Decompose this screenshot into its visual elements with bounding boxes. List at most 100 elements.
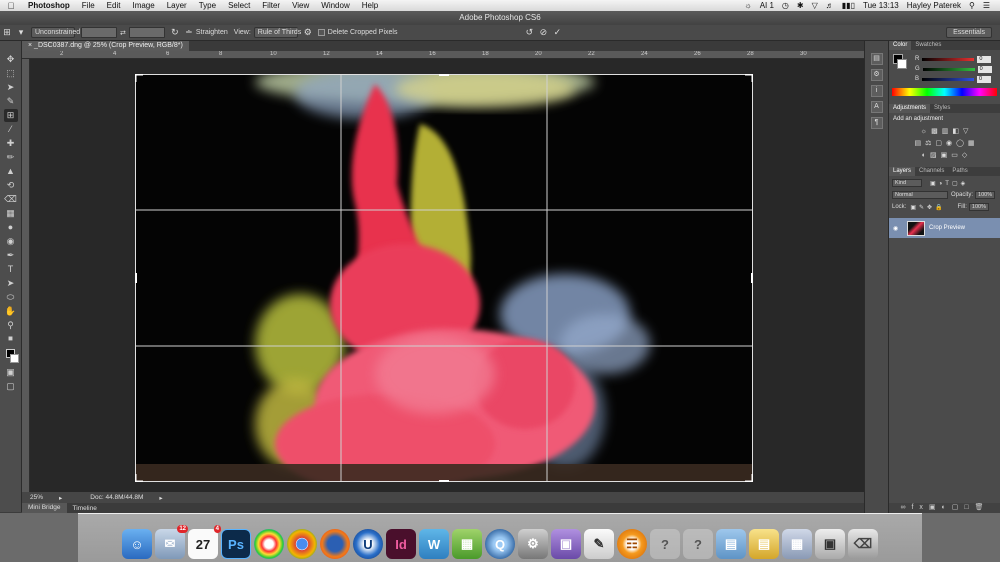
delete-cropped-checkbox[interactable] xyxy=(317,29,325,36)
finder-icon[interactable]: ☺ xyxy=(122,529,152,559)
vibrance-icon[interactable]: ▽ xyxy=(963,127,968,135)
trash-icon[interactable]: ⌫ xyxy=(848,529,878,559)
posterize-icon[interactable]: ▨ xyxy=(930,151,937,159)
menubar-user[interactable]: Hayley Paterek xyxy=(903,1,965,10)
menu-type[interactable]: Type xyxy=(193,1,222,10)
gear-icon[interactable]: ⚙ xyxy=(301,27,315,38)
clock-icon[interactable]: ◷ xyxy=(778,1,793,10)
tab-adjustments[interactable]: Adjustments xyxy=(889,104,931,113)
menu-select[interactable]: Select xyxy=(222,1,256,10)
red-slider-track[interactable] xyxy=(922,57,975,61)
brightness-icon[interactable]: ☼ xyxy=(921,128,927,135)
quick-select-tool-icon[interactable]: ✎ xyxy=(4,95,18,108)
info-panel-icon[interactable]: i xyxy=(870,85,883,97)
red-slider[interactable]: R 0 xyxy=(889,54,1000,64)
threshold-icon[interactable]: ▣ xyxy=(941,151,948,159)
system-preferences-icon[interactable]: ⚙ xyxy=(518,529,548,559)
stamp-tool-icon[interactable]: ▲ xyxy=(4,165,18,178)
wifi-icon[interactable]: ▽ xyxy=(808,1,822,10)
paragraph-panel-icon[interactable]: ¶ xyxy=(870,117,883,129)
dodge-tool-icon[interactable]: ◉ xyxy=(4,235,18,248)
document-tab[interactable]: × _DSC0387.dng @ 25% (Crop Preview, RGB/… xyxy=(22,41,189,51)
close-icon[interactable]: × xyxy=(28,42,32,49)
red-value[interactable]: 0 xyxy=(977,55,992,63)
green-slider[interactable]: G 0 xyxy=(889,64,1000,74)
stickies-icon[interactable]: ▣ xyxy=(551,529,581,559)
default-colors-icon[interactable]: ◼ xyxy=(4,333,18,346)
ratio-select[interactable]: Unconstrained xyxy=(31,27,80,38)
properties-panel-icon[interactable]: ⚙ xyxy=(870,69,883,81)
notification-list-icon[interactable]: ☰ xyxy=(979,1,994,10)
status-arrow-icon[interactable]: ▸ xyxy=(51,494,70,502)
width-field[interactable] xyxy=(81,27,117,38)
fill-field[interactable]: 100% xyxy=(968,203,989,211)
mail-icon[interactable]: ✉ 12 xyxy=(155,525,188,559)
unity-icon[interactable]: U xyxy=(353,529,383,559)
photoshop-icon[interactable]: Ps xyxy=(221,529,251,559)
screen-mode-icon[interactable]: ▢ xyxy=(4,380,18,393)
ai-badge[interactable]: AI 1 xyxy=(756,1,778,10)
opacity-field[interactable]: 100% xyxy=(975,191,996,199)
tab-timeline[interactable]: Timeline xyxy=(67,505,103,512)
indesign-icon[interactable]: Id xyxy=(386,529,416,559)
photo-filter-icon[interactable]: ◉ xyxy=(946,139,952,147)
levels-icon[interactable]: ▩ xyxy=(931,127,938,135)
doc-size[interactable]: Doc: 44.8M/44.8M xyxy=(82,494,151,501)
green-slider-track[interactable] xyxy=(922,67,975,71)
layer-row-crop-preview[interactable]: ◉ Crop Preview xyxy=(889,218,1000,238)
character-panel-icon[interactable]: A xyxy=(870,101,883,113)
shape-tool-icon[interactable]: ⬭ xyxy=(4,291,18,304)
blur-tool-icon[interactable]: ● xyxy=(4,221,18,234)
notes-icon[interactable]: ✎ xyxy=(584,529,614,559)
eyedropper-tool-icon[interactable]: ⁄ xyxy=(4,123,18,136)
color-lookup-icon[interactable]: ▦ xyxy=(968,139,975,147)
swap-icon[interactable]: ⇄ xyxy=(120,29,126,37)
lock-icons[interactable]: ▣✎✥🔒 xyxy=(910,204,945,211)
foreground-background-swatch[interactable] xyxy=(4,347,19,365)
menu-view[interactable]: View xyxy=(286,1,315,10)
menu-file[interactable]: File xyxy=(76,1,101,10)
gradient-tool-icon[interactable]: ▦ xyxy=(4,207,18,220)
zoom-tool-icon[interactable]: ⚲ xyxy=(4,319,18,332)
zoom-level[interactable]: 25% xyxy=(22,494,51,501)
brush-tool-icon[interactable]: ✏ xyxy=(4,151,18,164)
layer-filter-icons[interactable]: ▣◑T▢◈ xyxy=(930,180,968,187)
cancel-icon[interactable]: ⊘ xyxy=(536,27,550,38)
menu-window[interactable]: Window xyxy=(315,1,355,10)
colorsync-icon[interactable] xyxy=(254,529,284,559)
sync-icon[interactable]: ☼ xyxy=(740,1,755,10)
tab-channels[interactable]: Channels xyxy=(915,167,948,176)
menubar-clock[interactable]: Tue 13:13 xyxy=(859,1,903,10)
view-overlay-select[interactable]: Rule of Thirds xyxy=(253,27,301,38)
clear-icon[interactable]: ↻ xyxy=(168,27,182,38)
word-icon[interactable]: W xyxy=(419,529,449,559)
black-white-icon[interactable]: ▢ xyxy=(935,139,942,147)
color-spectrum-ramp[interactable] xyxy=(892,88,997,96)
layers-panel-footer-icons[interactable]: ∞fx▣◐▢□🗑 xyxy=(889,503,1000,513)
tab-styles[interactable]: Styles xyxy=(930,104,954,113)
preview-icon[interactable]: ▦ xyxy=(782,529,812,559)
hue-saturation-icon[interactable]: ▤ xyxy=(914,139,921,147)
layer-kind-select[interactable]: Kind xyxy=(892,179,922,187)
question-mark-icon[interactable]: ? xyxy=(650,529,680,559)
camera-icon[interactable]: ▣ xyxy=(815,529,845,559)
status-menu-icon[interactable]: ▸ xyxy=(151,494,170,502)
battery-icon[interactable]: ▮▮▯ xyxy=(838,1,859,10)
reset-icon[interactable]: ↺ xyxy=(522,27,536,38)
height-field[interactable] xyxy=(128,27,165,38)
menu-edit[interactable]: Edit xyxy=(101,1,127,10)
workspace-select[interactable]: Essentials xyxy=(946,27,992,38)
blue-slider[interactable]: B 0 xyxy=(889,74,1000,84)
curves-icon[interactable]: ▥ xyxy=(942,127,949,135)
spotlight-icon[interactable]: ⚲ xyxy=(965,1,979,10)
apple-icon[interactable]:  xyxy=(0,1,22,11)
gradient-map-icon[interactable]: ▭ xyxy=(951,151,958,159)
menu-image[interactable]: Image xyxy=(126,1,160,10)
eraser-tool-icon[interactable]: ⌫ xyxy=(4,193,18,206)
selective-color-icon[interactable]: ◇ xyxy=(962,151,967,159)
healing-tool-icon[interactable]: ✚ xyxy=(4,137,18,150)
commit-icon[interactable]: ✓ xyxy=(550,27,564,38)
tab-paths[interactable]: Paths xyxy=(948,167,971,176)
firefox-icon[interactable] xyxy=(320,529,350,559)
hand-tool-icon[interactable]: ✋ xyxy=(4,305,18,318)
